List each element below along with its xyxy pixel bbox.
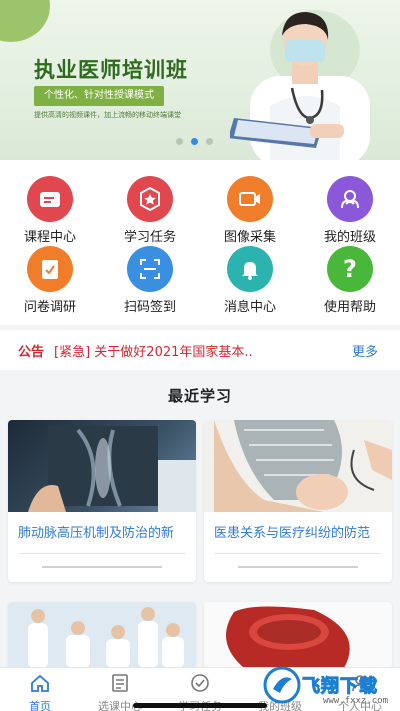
course-thumbnail bbox=[204, 420, 392, 512]
grid-item-label: 我的班级 bbox=[323, 230, 376, 245]
announcement-bar[interactable]: 公告 [紧急] 关于做好2021年国家基本.. 更多 bbox=[0, 330, 400, 370]
grid-item-label: 课程中心 bbox=[23, 230, 76, 245]
banner-description: 提供高清的视频课件，加上流畅的移动终端课堂 bbox=[34, 111, 181, 119]
grid-item-scan-checkin[interactable]: 扫码签到 bbox=[100, 246, 200, 315]
course-thumbnail bbox=[8, 420, 196, 512]
grid-item-label: 使用帮助 bbox=[323, 300, 376, 315]
camera-icon bbox=[227, 176, 273, 222]
divider bbox=[18, 553, 186, 554]
grid-item-image-capture[interactable]: 图像采集 bbox=[200, 176, 300, 245]
course-thumbnail bbox=[8, 602, 196, 668]
banner-subtitle: 个性化、针对性授课模式 bbox=[34, 86, 164, 106]
progress-bar bbox=[42, 566, 162, 568]
carousel-dot[interactable] bbox=[206, 138, 213, 145]
grid-item-my-class[interactable]: 我的班级 bbox=[300, 176, 400, 245]
scan-icon bbox=[127, 246, 173, 292]
list-icon bbox=[112, 674, 128, 692]
announcement-text[interactable]: [紧急] 关于做好2021年国家基本.. bbox=[54, 341, 309, 360]
carousel-dot-active[interactable] bbox=[191, 138, 198, 145]
course-card[interactable]: 肺动脉高压机制及防治的新 bbox=[8, 420, 196, 582]
help-icon: ? bbox=[327, 246, 373, 292]
home-indicator[interactable] bbox=[133, 703, 267, 708]
grid-item-label: 问卷调研 bbox=[23, 300, 76, 315]
doctor-illustration bbox=[230, 12, 370, 160]
grid-item-message-center[interactable]: 消息中心 bbox=[200, 246, 300, 315]
grid-item-label: 图像采集 bbox=[223, 230, 276, 245]
watermark-text: 飞翔下载 bbox=[302, 676, 378, 698]
grid-item-study-task[interactable]: 学习任务 bbox=[100, 176, 200, 245]
task-icon bbox=[127, 176, 173, 222]
course-title: 医患关系与医疗纠纷的防范 bbox=[214, 526, 371, 541]
grid-item-label: 消息中心 bbox=[223, 300, 276, 315]
tab-home[interactable]: 首页 bbox=[0, 668, 80, 711]
tab-label: 首页 bbox=[29, 700, 51, 711]
bell-icon bbox=[227, 246, 273, 292]
course-card[interactable] bbox=[8, 602, 196, 668]
course-card[interactable]: 医患关系与医疗纠纷的防范 bbox=[204, 420, 392, 582]
watermark-url: www.fxxz.com bbox=[322, 696, 388, 706]
grid-item-label: 扫码签到 bbox=[123, 300, 176, 315]
course-thumbnail bbox=[204, 602, 392, 668]
check-circle-icon bbox=[191, 674, 209, 692]
section-title: 最近学习 bbox=[167, 387, 232, 405]
feature-grid: 课程中心 学习任务 图像采集 我的班级 问卷调研 扫码签到 消息中心 ? 使用帮… bbox=[0, 160, 400, 325]
progress-bar bbox=[238, 566, 358, 568]
more-link[interactable]: 更多 bbox=[352, 341, 378, 360]
class-icon bbox=[327, 176, 373, 222]
course-card[interactable] bbox=[204, 602, 392, 668]
site-watermark: 飞翔下载 www.fxxz.com bbox=[262, 662, 392, 708]
course-title: 肺动脉高压机制及防治的新 bbox=[18, 526, 175, 541]
announcement-tag: 公告 bbox=[18, 344, 45, 360]
divider bbox=[214, 553, 382, 554]
decor-blob bbox=[0, 0, 50, 42]
grid-item-survey[interactable]: 问卷调研 bbox=[0, 246, 100, 315]
banner-title: 执业医师培训班 bbox=[34, 58, 188, 82]
course-icon bbox=[27, 176, 73, 222]
grid-item-label: 学习任务 bbox=[123, 230, 176, 245]
promo-banner[interactable]: 执业医师培训班 个性化、针对性授课模式 提供高清的视频课件，加上流畅的移动终端课… bbox=[0, 0, 400, 160]
grid-item-course-center[interactable]: 课程中心 bbox=[0, 176, 100, 245]
watermark-logo-icon bbox=[263, 666, 301, 704]
survey-icon bbox=[27, 246, 73, 292]
home-icon bbox=[31, 674, 49, 692]
carousel-dots bbox=[176, 138, 213, 145]
grid-item-help[interactable]: ? 使用帮助 bbox=[300, 246, 400, 315]
carousel-dot[interactable] bbox=[176, 138, 183, 145]
